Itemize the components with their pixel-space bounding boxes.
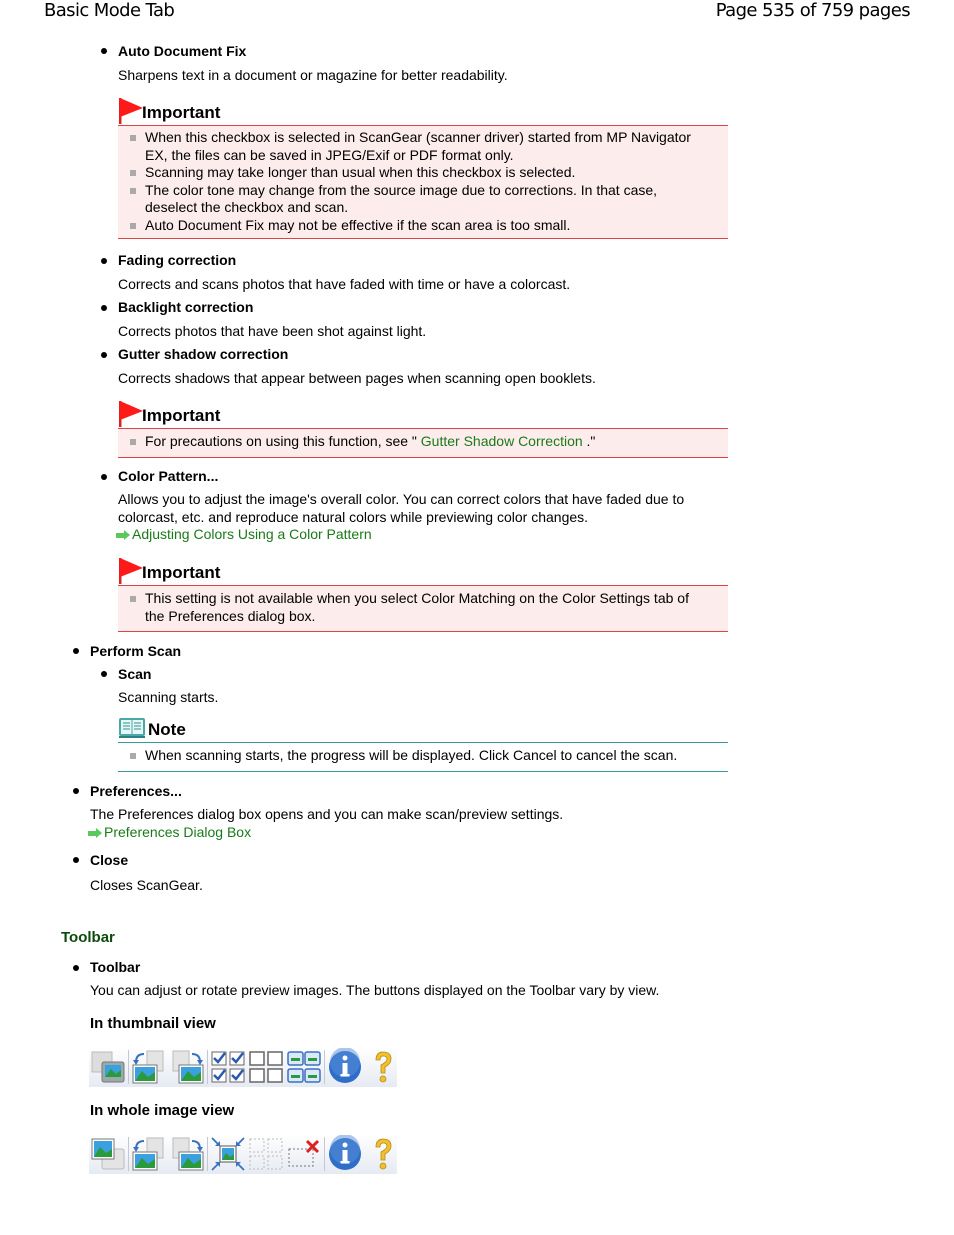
page-indicator: Page 535 of 759 pages bbox=[715, 0, 911, 21]
square-bullet-icon bbox=[130, 170, 136, 176]
green-arrow-icon bbox=[88, 827, 102, 838]
gutter-shadow-correction-link[interactable]: Gutter Shadow Correction bbox=[421, 433, 583, 449]
close-description: Closes ScanGear. bbox=[90, 877, 203, 893]
backlight-correction-label: Backlight correction bbox=[118, 299, 254, 315]
red-flag-icon bbox=[119, 401, 143, 427]
select-all-crop-frames-icon[interactable] bbox=[247, 1135, 285, 1173]
help-icon[interactable] bbox=[364, 1135, 402, 1173]
toolbar-separator bbox=[128, 1050, 129, 1084]
scan-description: Scanning starts. bbox=[118, 689, 219, 705]
color-pattern-description: Allows you to adjust the image's overall… bbox=[116, 491, 685, 542]
auto-crop-icon[interactable] bbox=[209, 1135, 247, 1173]
thumbnail-view-toolbar bbox=[89, 1047, 397, 1087]
note-item: When scanning starts, the progress will … bbox=[118, 747, 728, 765]
rotate-left-icon[interactable] bbox=[130, 1048, 168, 1086]
important-item: This setting is not available when you s… bbox=[118, 590, 728, 625]
important-body: This setting is not available when you s… bbox=[118, 585, 728, 632]
important-heading: Important bbox=[118, 557, 728, 585]
check-all-icon[interactable] bbox=[209, 1048, 247, 1086]
preferences-label: Preferences... bbox=[90, 783, 182, 799]
backlight-correction-description: Corrects photos that have been shot agai… bbox=[118, 323, 427, 339]
bullet-icon bbox=[101, 474, 107, 480]
toolbar-description: You can adjust or rotate preview images.… bbox=[90, 982, 660, 998]
important-body: When this checkbox is selected in ScanGe… bbox=[118, 125, 728, 239]
info-icon[interactable] bbox=[326, 1048, 364, 1086]
bullet-icon bbox=[73, 788, 79, 794]
rotate-right-icon[interactable] bbox=[168, 1048, 206, 1086]
square-bullet-icon bbox=[130, 596, 136, 602]
switch-view-icon[interactable] bbox=[89, 1135, 127, 1173]
auto-document-fix-description: Sharpens text in a document or magazine … bbox=[118, 67, 508, 83]
close-label: Close bbox=[90, 852, 129, 868]
thumbnail-view-heading: In thumbnail view bbox=[90, 1015, 216, 1032]
perform-scan-label: Perform Scan bbox=[90, 643, 182, 659]
square-bullet-icon bbox=[130, 222, 136, 229]
rotate-left-icon[interactable] bbox=[130, 1135, 168, 1173]
important-item: Scanning may take longer than usual when… bbox=[118, 164, 728, 182]
toolbar-separator bbox=[128, 1137, 129, 1171]
square-bullet-icon bbox=[130, 439, 136, 445]
toolbar-separator bbox=[324, 1137, 325, 1171]
uncheck-all-icon[interactable] bbox=[247, 1048, 285, 1086]
bullet-icon bbox=[73, 965, 79, 971]
bullet-icon bbox=[101, 352, 107, 358]
page-header: Basic Mode Tab Page 535 of 759 pages bbox=[0, 0, 954, 26]
fading-correction-label: Fading correction bbox=[118, 252, 237, 268]
square-bullet-icon bbox=[130, 187, 136, 194]
whole-image-view-toolbar bbox=[89, 1134, 397, 1174]
important-item: The color tone may change from the sourc… bbox=[118, 182, 728, 217]
important-item: Auto Document Fix may not be effective i… bbox=[118, 217, 728, 235]
square-bullet-icon bbox=[130, 753, 136, 759]
bullet-icon bbox=[101, 258, 107, 264]
gutter-shadow-correction-description: Corrects shadows that appear between pag… bbox=[118, 370, 596, 386]
toolbar-section-heading: Toolbar bbox=[61, 929, 115, 946]
toolbar-label: Toolbar bbox=[90, 959, 141, 975]
color-pattern-label: Color Pattern... bbox=[118, 468, 219, 484]
bullet-icon bbox=[73, 648, 79, 654]
important-body: For precautions on using this function, … bbox=[118, 428, 728, 458]
toolbar-separator bbox=[207, 1050, 208, 1084]
preferences-description: The Preferences dialog box opens and you… bbox=[88, 806, 564, 840]
square-bullet-icon bbox=[130, 135, 136, 141]
toolbar-separator bbox=[207, 1137, 208, 1171]
important-heading: Important bbox=[118, 97, 728, 125]
rotate-right-icon[interactable] bbox=[168, 1135, 206, 1173]
bullet-icon bbox=[101, 671, 107, 677]
important-heading: Important bbox=[118, 400, 728, 428]
select-all-frames-icon[interactable] bbox=[285, 1048, 323, 1086]
important-callout-color-pattern: Important This setting is not available … bbox=[118, 557, 728, 632]
green-arrow-icon bbox=[116, 530, 130, 541]
bullet-icon bbox=[101, 305, 107, 311]
color-pattern-link[interactable]: Adjusting Colors Using a Color Pattern bbox=[116, 526, 372, 542]
fading-correction-description: Corrects and scans photos that have fade… bbox=[118, 276, 571, 292]
important-item: For precautions on using this function, … bbox=[118, 433, 728, 451]
toolbar-separator bbox=[324, 1050, 325, 1084]
open-book-icon bbox=[119, 718, 145, 738]
auto-document-fix-label: Auto Document Fix bbox=[118, 43, 247, 59]
whole-image-view-heading: In whole image view bbox=[90, 1102, 235, 1119]
bullet-icon bbox=[73, 857, 79, 863]
red-flag-icon bbox=[119, 558, 143, 584]
switch-view-icon[interactable] bbox=[89, 1048, 127, 1086]
bullet-icon bbox=[101, 48, 107, 54]
note-heading: Note bbox=[118, 716, 728, 742]
page-title: Basic Mode Tab bbox=[44, 0, 175, 21]
info-icon[interactable] bbox=[326, 1135, 364, 1173]
scan-label: Scan bbox=[118, 666, 152, 682]
note-callout-scan: Note When scanning starts, the progress … bbox=[118, 716, 728, 772]
important-callout-gutter-shadow: Important For precautions on using this … bbox=[118, 400, 728, 458]
important-item: When this checkbox is selected in ScanGe… bbox=[118, 129, 728, 164]
note-body: When scanning starts, the progress will … bbox=[118, 742, 728, 772]
help-icon[interactable] bbox=[364, 1048, 402, 1086]
red-flag-icon bbox=[119, 98, 143, 124]
gutter-shadow-correction-label: Gutter shadow correction bbox=[118, 346, 289, 362]
preferences-dialog-link[interactable]: Preferences Dialog Box bbox=[88, 824, 251, 840]
important-callout-auto-document-fix: Important When this checkbox is selected… bbox=[118, 97, 728, 239]
remove-crop-frame-icon[interactable] bbox=[285, 1135, 323, 1173]
